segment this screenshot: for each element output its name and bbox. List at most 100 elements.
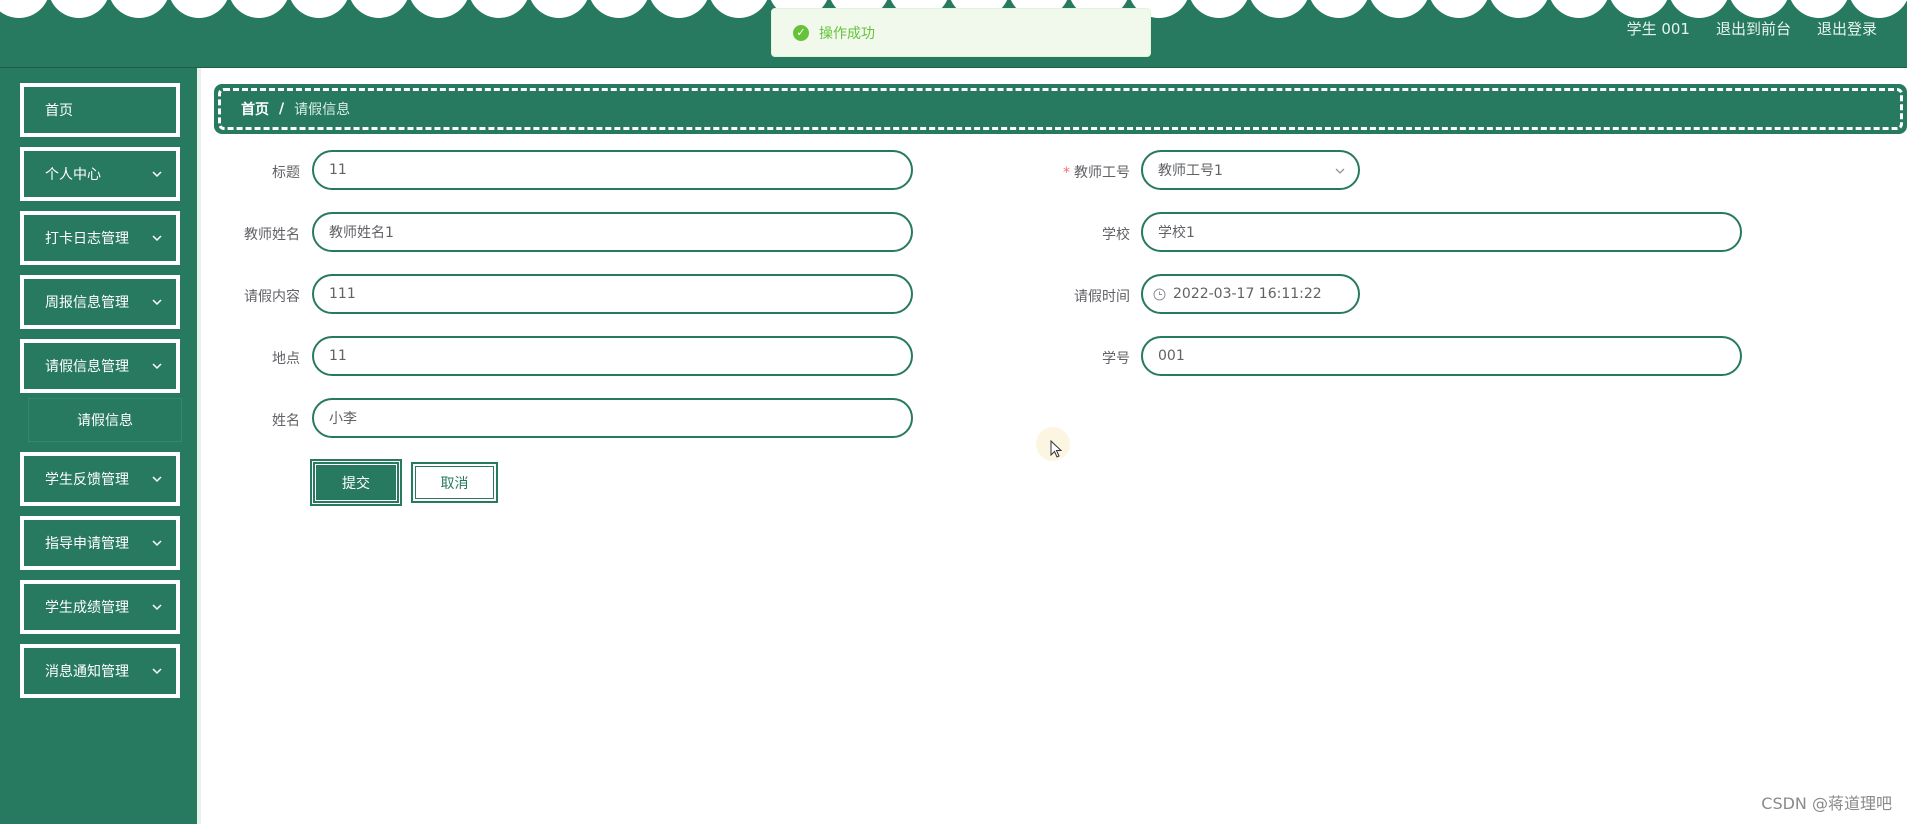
scallop-shape (48, 0, 110, 18)
sidebar-item-label: 指导申请管理 (45, 536, 129, 552)
header-links: 学生 001 退出到前台 退出登录 (1627, 18, 1877, 39)
scallop-shape (1788, 0, 1850, 18)
school-input[interactable]: 学校1 (1141, 212, 1742, 252)
clock-icon (1153, 288, 1166, 300)
teacher-name-label: 教师姓名 (244, 227, 300, 243)
sidebar-item-checkin-log[interactable]: 打卡日志管理 (20, 211, 180, 265)
current-user-label: 学生 001 (1626, 20, 1690, 38)
back-to-front-link[interactable]: 退出到前台 (1716, 18, 1791, 39)
sidebar-item-notifications[interactable]: 消息通知管理 (20, 644, 180, 698)
sidebar-subitem-label: 请假信息 (77, 413, 133, 429)
scallop-shape (1248, 0, 1310, 18)
required-asterisk: * (1063, 165, 1070, 181)
student-id-label: 学号 (1102, 351, 1130, 367)
scallop-shape (1668, 0, 1730, 18)
school-value: 学校1 (1158, 225, 1195, 241)
sidebar-divider (197, 68, 201, 824)
location-label: 地点 (272, 351, 300, 367)
scallop-shape (1608, 0, 1670, 18)
scallop-shape (1188, 0, 1250, 18)
teacher-name-input[interactable]: 教师姓名1 (312, 212, 913, 252)
scallop-shape (468, 0, 530, 18)
cancel-button[interactable]: 取消 (411, 462, 498, 503)
scallop-shape (1368, 0, 1430, 18)
sidebar-item-home[interactable]: 首页 (20, 83, 180, 137)
leave-content-value: 111 (329, 286, 356, 302)
sidebar-item-label: 周报信息管理 (45, 295, 129, 311)
mouse-cursor (1036, 427, 1070, 461)
scallop-shape (288, 0, 350, 18)
chevron-down-icon (152, 299, 162, 306)
sidebar-item-guidance-application[interactable]: 指导申请管理 (20, 516, 180, 570)
scallop-shape (588, 0, 650, 18)
chevron-down-icon (152, 235, 162, 242)
scallop-shape (168, 0, 230, 18)
name-input[interactable]: 小李 (312, 398, 913, 438)
breadcrumb: 首页 / 请假信息 (218, 88, 1903, 130)
title-input[interactable]: 11 (312, 150, 913, 190)
sidebar-item-student-grades[interactable]: 学生成绩管理 (20, 580, 180, 634)
breadcrumb-separator: / (279, 101, 285, 117)
sidebar-item-label: 学生成绩管理 (45, 600, 129, 616)
scallop-shape (708, 0, 770, 18)
sidebar-item-label: 首页 (45, 103, 73, 119)
location-value: 11 (329, 348, 347, 364)
leave-time-label: 请假时间 (1074, 289, 1130, 305)
sidebar-item-student-feedback[interactable]: 学生反馈管理 (20, 452, 180, 506)
success-toast: ✓ 操作成功 (771, 8, 1151, 57)
scallop-shape (648, 0, 710, 18)
chevron-down-icon (152, 604, 162, 611)
teacher-id-value: 教师工号1 (1158, 163, 1223, 179)
location-input[interactable]: 11 (312, 336, 913, 376)
scallop-shape (1728, 0, 1790, 18)
scallop-shape (1308, 0, 1370, 18)
chevron-down-icon (152, 476, 162, 483)
chevron-down-icon (152, 540, 162, 547)
cursor-arrow-icon (1050, 440, 1062, 458)
sidebar-item-label: 个人中心 (45, 167, 101, 183)
sidebar-item-weekly-report[interactable]: 周报信息管理 (20, 275, 180, 329)
sidebar-item-personal-center[interactable]: 个人中心 (20, 147, 180, 201)
student-id-input[interactable]: 001 (1141, 336, 1742, 376)
sidebar-item-leave-management[interactable]: 请假信息管理 (20, 339, 180, 393)
leave-time-value: 2022-03-17 16:11:22 (1173, 286, 1322, 302)
scallop-shape (228, 0, 290, 18)
teacher-id-label: * 教师工号 (1063, 165, 1130, 181)
scallop-shape (1428, 0, 1490, 18)
school-label: 学校 (1102, 227, 1130, 243)
leave-content-label: 请假内容 (244, 289, 300, 305)
scallop-shape (1488, 0, 1550, 18)
chevron-down-icon (152, 171, 162, 178)
sidebar-item-label: 请假信息管理 (45, 359, 129, 375)
scallop-shape (0, 0, 50, 18)
scallop-shape (408, 0, 470, 18)
scallop-shape (1548, 0, 1610, 18)
student-id-value: 001 (1158, 348, 1185, 364)
sidebar-subitem-leave-info[interactable]: 请假信息 (28, 398, 182, 442)
scallop-shape (348, 0, 410, 18)
name-label: 姓名 (272, 413, 300, 429)
submit-button[interactable]: 提交 (310, 459, 402, 506)
title-value: 11 (329, 162, 347, 178)
breadcrumb-current: 请假信息 (294, 102, 351, 118)
scallop-shape (528, 0, 590, 18)
watermark: CSDN @蒋道理吧 (1761, 794, 1892, 813)
chevron-down-icon (152, 668, 162, 675)
success-check-icon: ✓ (793, 24, 809, 41)
sidebar-item-label: 学生反馈管理 (45, 472, 129, 488)
breadcrumb-bar: 首页 / 请假信息 (214, 84, 1907, 134)
breadcrumb-home[interactable]: 首页 (241, 99, 269, 119)
scallop-shape (1848, 0, 1907, 18)
sidebar-item-label: 消息通知管理 (45, 664, 129, 680)
teacher-name-value: 教师姓名1 (329, 225, 394, 241)
leave-content-input[interactable]: 111 (312, 274, 913, 314)
teacher-id-select[interactable]: 教师工号1 (1141, 150, 1360, 190)
name-value: 小李 (329, 411, 357, 427)
chevron-down-icon (152, 363, 162, 370)
scallop-shape (108, 0, 170, 18)
toast-message: 操作成功 (819, 25, 875, 42)
sidebar-item-label: 打卡日志管理 (45, 231, 129, 247)
logout-link[interactable]: 退出登录 (1817, 18, 1877, 39)
leave-time-picker[interactable]: 2022-03-17 16:11:22 (1141, 274, 1360, 314)
title-label: 标题 (272, 165, 300, 181)
